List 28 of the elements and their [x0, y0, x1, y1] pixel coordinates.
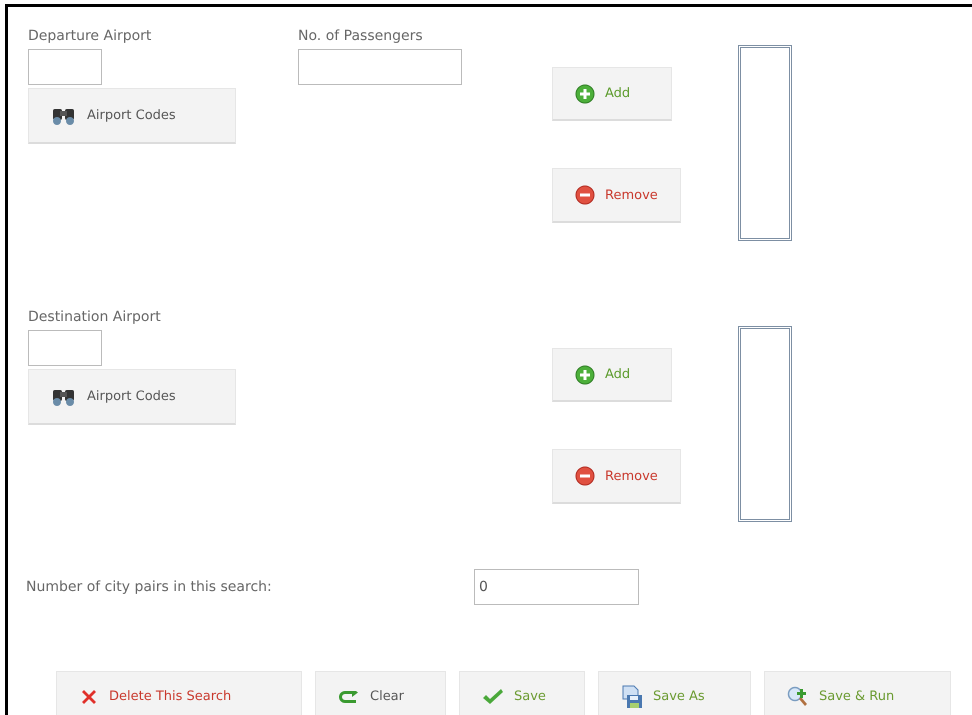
remove-button[interactable]: Remove [552, 449, 681, 504]
city-pairs-field[interactable]: 0 [474, 569, 639, 605]
airport-codes-button[interactable]: Airport Codes [28, 369, 236, 425]
add-button[interactable]: Add [552, 67, 672, 121]
clear-button[interactable]: Clear [315, 671, 446, 715]
airport-codes-button[interactable]: Airport Codes [28, 88, 236, 144]
checkmark-icon [482, 686, 504, 706]
city-pairs-label: Number of city pairs in this search: [26, 579, 273, 595]
add-button[interactable]: Add [552, 348, 672, 402]
save-run-button[interactable]: Save & Run [764, 671, 951, 715]
plus-circle-icon [575, 84, 595, 104]
magnifier-icon [787, 686, 809, 708]
save-button[interactable]: Save [459, 671, 585, 715]
minus-circle-icon [575, 185, 595, 205]
field-label: Destination Airport [28, 308, 161, 327]
field-label: No. of Passengers [298, 27, 423, 46]
list-box[interactable] [738, 45, 792, 241]
list-box[interactable] [738, 326, 792, 522]
field-label: Departure Airport [28, 27, 152, 46]
save-as-button[interactable]: Save As [598, 671, 751, 715]
delete-button[interactable]: Delete This Search [56, 671, 302, 715]
airport-code-field[interactable] [28, 330, 102, 366]
remove-button[interactable]: Remove [552, 168, 681, 223]
plus-circle-icon [575, 364, 595, 384]
airport-code-field[interactable] [28, 49, 102, 85]
floppy-disk-icon [621, 684, 643, 708]
passengers-field[interactable] [298, 49, 462, 85]
minus-circle-icon [575, 466, 595, 486]
